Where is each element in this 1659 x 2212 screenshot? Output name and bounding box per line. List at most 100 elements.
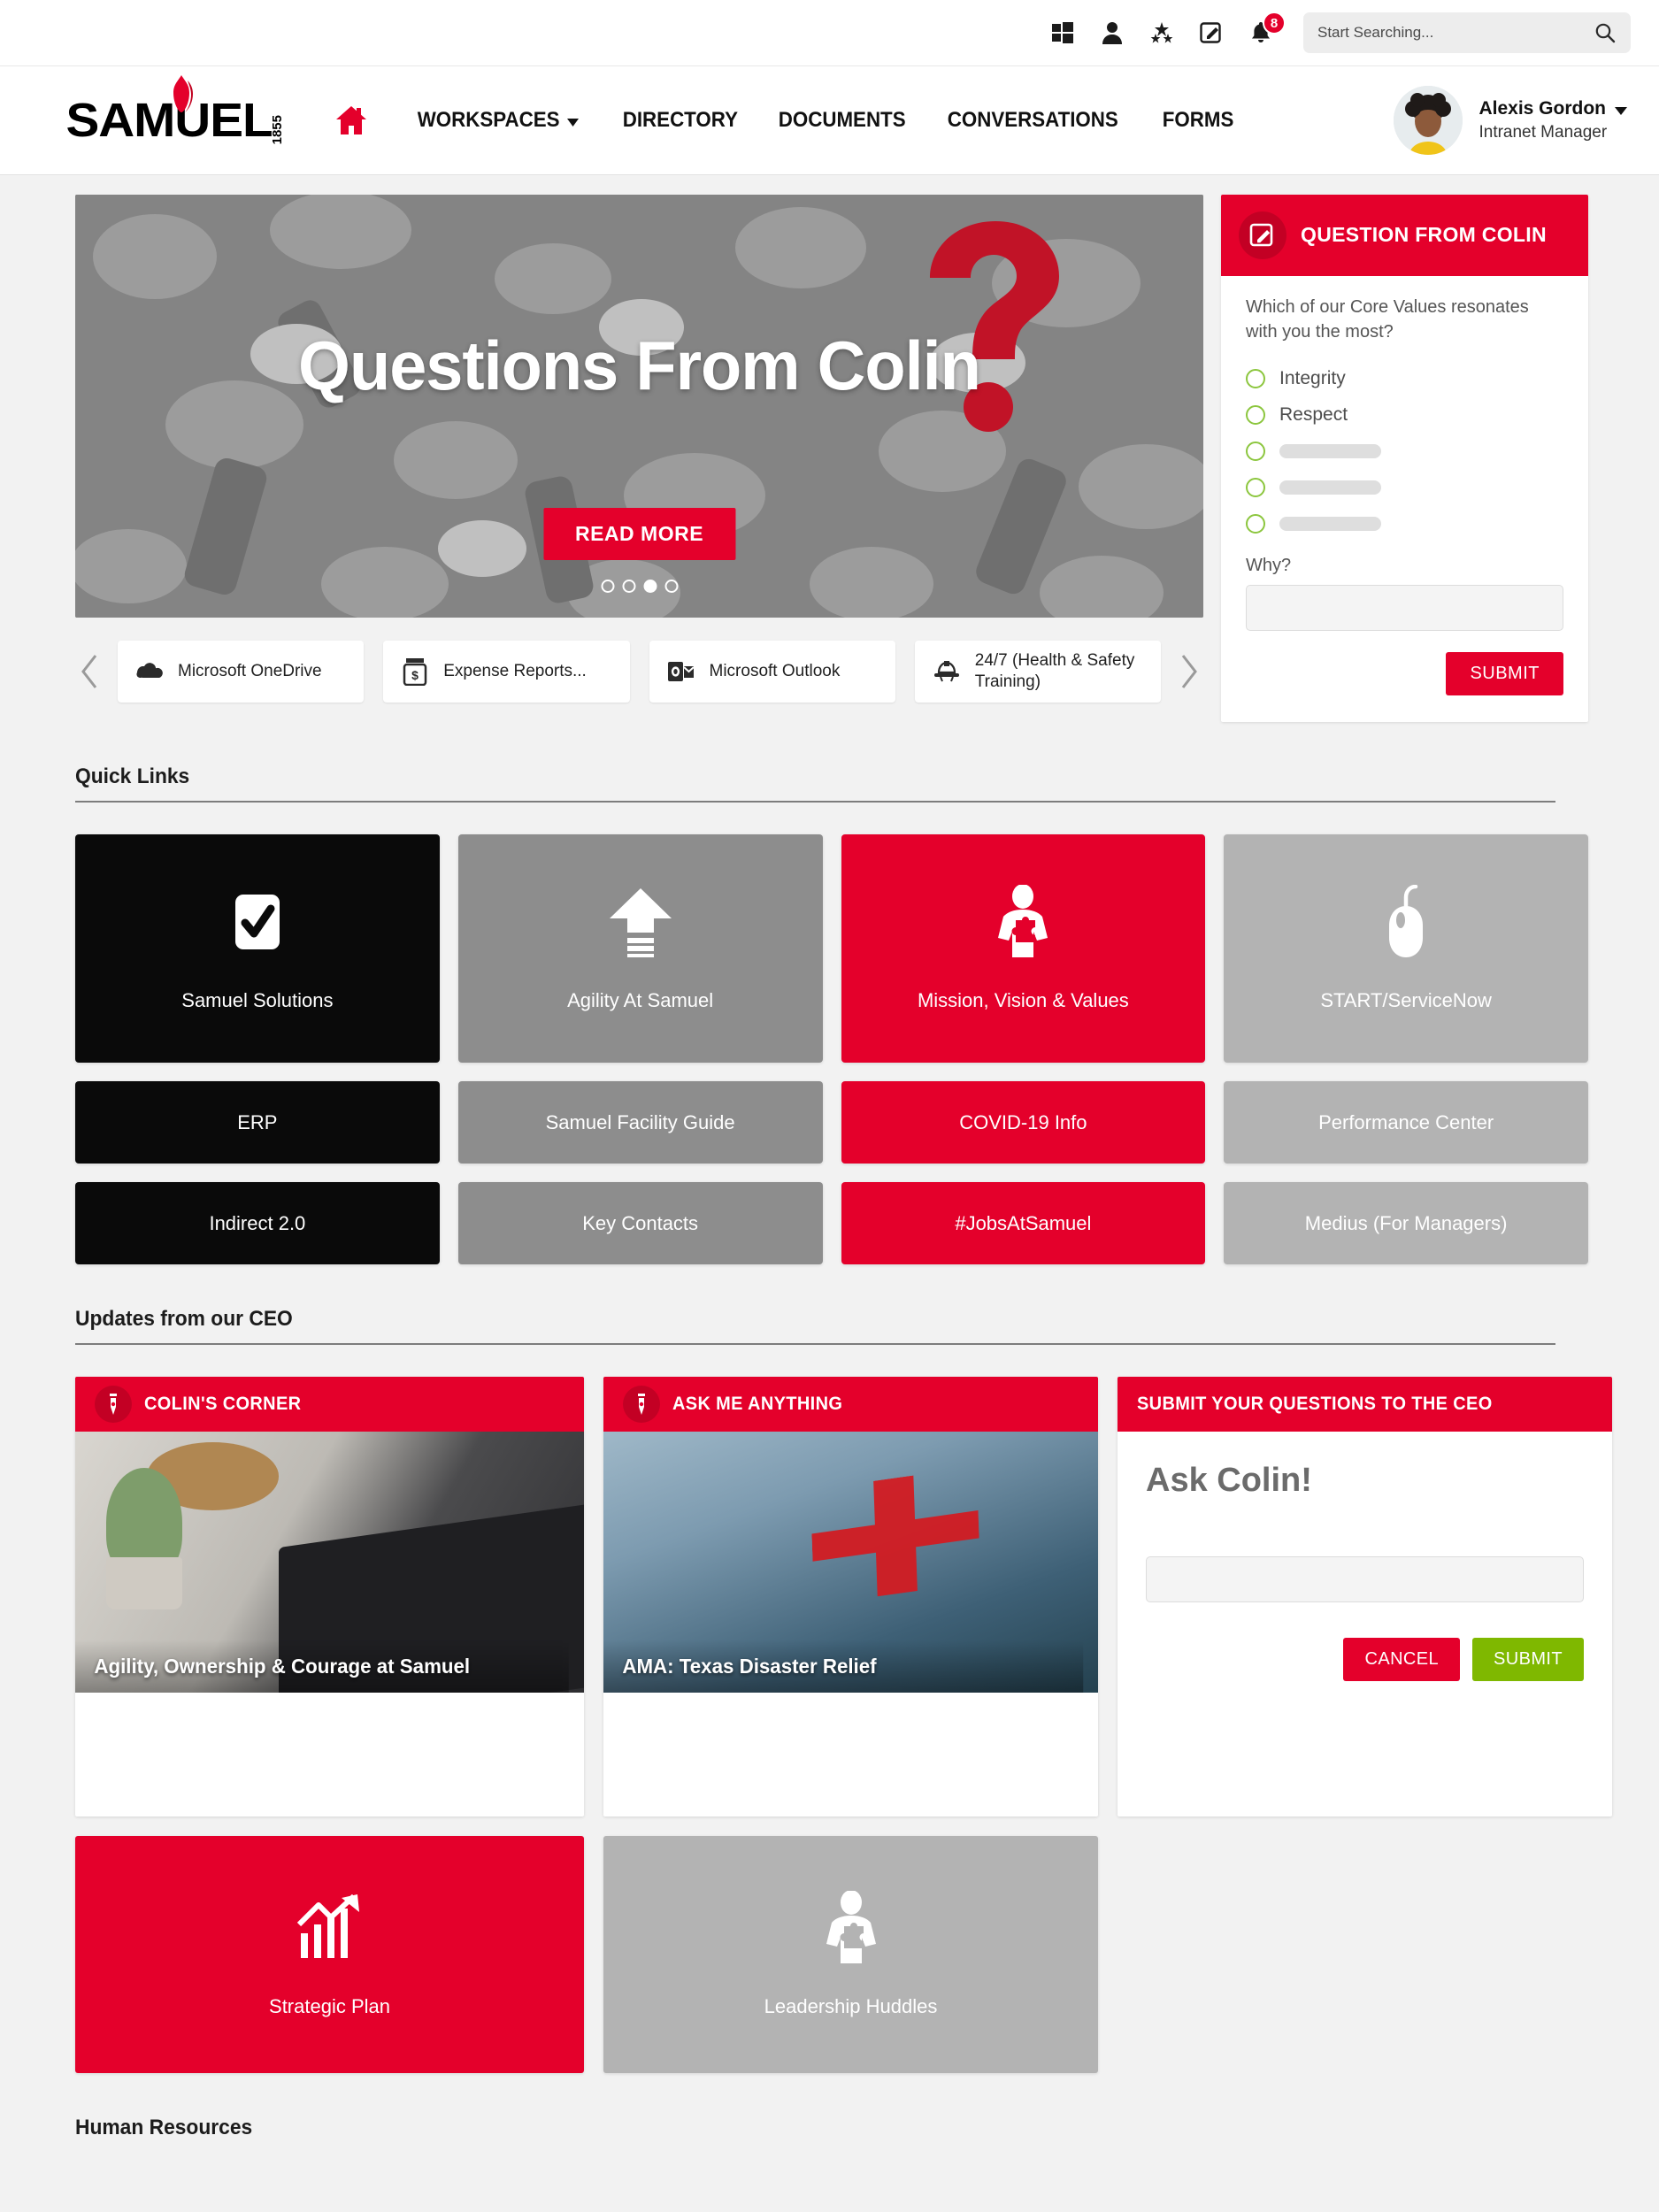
app-shortcuts-list: Microsoft OneDrive $ Expense Reports... [118, 641, 1161, 703]
pen-nib-icon [623, 1386, 660, 1424]
app-shortcut-label: 24/7 (Health & Safety Training) [974, 651, 1135, 691]
card-header: COLIN'S CORNER [75, 1377, 584, 1432]
quick-links-section-header: Quick Links [75, 764, 1588, 803]
section-divider [75, 1343, 1555, 1346]
poll-why-label: Why? [1246, 556, 1292, 576]
app-shortcut-onedrive[interactable]: Microsoft OneDrive [118, 641, 365, 703]
quick-link-key-contacts[interactable]: Key Contacts [457, 1182, 823, 1265]
search-input[interactable] [1317, 24, 1586, 42]
carousel-dot-3[interactable] [643, 580, 657, 593]
quick-link-indirect-2-0[interactable]: Indirect 2.0 [75, 1182, 440, 1265]
apps-prev-arrow[interactable] [75, 651, 105, 692]
nav-item-conversations[interactable]: CONVERSATIONS [933, 108, 1133, 133]
nav-item-documents[interactable]: DOCUMENTS [764, 108, 920, 133]
windows-grid-icon[interactable] [1050, 20, 1075, 45]
app-shortcut-expense-reports[interactable]: $ Expense Reports... [383, 641, 630, 703]
section-title: Quick Links [75, 764, 190, 789]
ask-colin-form: Ask Colin! CANCEL SUBMIT [1118, 1432, 1612, 1816]
poll-option-placeholder [1279, 480, 1381, 495]
utility-icon-group: 8 [1050, 12, 1286, 45]
poll-submit-button[interactable]: SUBMIT [1446, 652, 1563, 696]
chevron-down-icon [566, 118, 579, 127]
submit-button[interactable]: SUBMIT [1472, 1638, 1584, 1682]
hero-carousel[interactable]: Questions From Colin READ MORE [75, 195, 1203, 618]
poll-option-5[interactable] [1246, 505, 1563, 541]
user-menu[interactable]: Alexis Gordon Intranet Manager [1394, 86, 1627, 155]
quick-link-samuel-solutions[interactable]: Samuel Solutions [75, 834, 440, 1064]
hard-hat-icon [931, 656, 963, 687]
card-header: SUBMIT YOUR QUESTIONS TO THE CEO [1118, 1377, 1612, 1432]
quick-link-mission-vision-values[interactable]: Mission, Vision & Values [841, 834, 1206, 1064]
poll-option-integrity[interactable]: Integrity [1246, 360, 1563, 396]
nav-item-label: DOCUMENTS [778, 108, 906, 132]
poll-option-4[interactable] [1246, 469, 1563, 505]
quick-link-performance-center[interactable]: Performance Center [1224, 1081, 1588, 1164]
card-caption: Agility, Ownership & Courage at Samuel [75, 1640, 569, 1694]
carousel-dots [601, 580, 678, 593]
samuel-logo[interactable]: SAMUEL 1855 [65, 75, 285, 144]
poll-option-respect[interactable]: Respect [1246, 396, 1563, 433]
top-utility-bar: 8 [0, 0, 1659, 66]
person-icon[interactable] [1100, 20, 1125, 45]
radio-icon[interactable] [1246, 441, 1265, 461]
poll-option-3[interactable] [1246, 433, 1563, 469]
card-header-title: SUBMIT YOUR QUESTIONS TO THE CEO [1137, 1394, 1493, 1415]
stars-icon[interactable] [1149, 20, 1174, 45]
card-photo-colins-corner[interactable]: Agility, Ownership & Courage at Samuel [75, 1432, 584, 1694]
carousel-dot-2[interactable] [622, 580, 635, 593]
nav-links: WORKSPACES DIRECTORY DOCUMENTS CONVERSAT… [334, 103, 1394, 138]
user-role: Intranet Manager [1479, 123, 1608, 142]
poll-body: Which of our Core Values resonates with … [1221, 276, 1588, 722]
quick-link-medius-for-managers[interactable]: Medius (For Managers) [1224, 1182, 1588, 1265]
poll-header: QUESTION FROM COLIN [1221, 195, 1588, 276]
card-caption: AMA: Texas Disaster Relief [603, 1640, 1084, 1694]
quick-link-start-servicenow[interactable]: START/ServiceNow [1224, 834, 1588, 1064]
onedrive-cloud-icon [134, 656, 165, 687]
radio-icon[interactable] [1246, 477, 1265, 497]
poll-option-placeholder [1279, 516, 1381, 531]
app-shortcut-health-safety[interactable]: 24/7 (Health & Safety Training) [914, 641, 1161, 703]
app-shortcut-outlook[interactable]: Microsoft Outlook [649, 641, 895, 703]
radio-icon[interactable] [1246, 513, 1265, 534]
ceo-tile-strategic-plan[interactable]: Strategic Plan [75, 1836, 584, 2074]
quick-link-label: Indirect 2.0 [209, 1211, 306, 1234]
app-shortcut-label: Expense Reports... [443, 662, 587, 681]
ceo-tile-label: Strategic Plan [269, 1995, 390, 2018]
read-more-button[interactable]: READ MORE [542, 508, 736, 560]
quick-link-samuel-facility-guide[interactable]: Samuel Facility Guide [457, 1081, 823, 1164]
radio-icon[interactable] [1246, 368, 1265, 388]
compose-icon[interactable] [1199, 20, 1224, 45]
quick-link-erp[interactable]: ERP [75, 1081, 440, 1164]
bell-icon[interactable]: 8 [1248, 12, 1286, 45]
quick-link-label: ERP [237, 1110, 278, 1133]
intranet-home-page: 8 SAMUEL 1855 WORKSPACES [0, 0, 1659, 2212]
cancel-button[interactable]: CANCEL [1343, 1638, 1461, 1682]
ask-colin-title: Ask Colin! [1146, 1462, 1312, 1500]
search-box[interactable] [1303, 12, 1631, 53]
quick-link-agility-at-samuel[interactable]: Agility At Samuel [457, 834, 823, 1064]
section-title: Updates from our CEO [75, 1307, 293, 1332]
quick-link-jobs-at-samuel[interactable]: #JobsAtSamuel [841, 1182, 1206, 1265]
check-square-icon [220, 885, 295, 959]
growth-chart-icon [293, 1891, 367, 1965]
poll-why-input[interactable] [1246, 585, 1563, 632]
radio-icon[interactable] [1246, 404, 1265, 425]
ceo-tile-leadership-huddles[interactable]: Leadership Huddles [603, 1836, 1098, 2074]
user-name[interactable]: Alexis Gordon [1479, 96, 1627, 121]
nav-item-forms[interactable]: FORMS [1148, 108, 1248, 133]
ask-colin-input[interactable] [1146, 1556, 1584, 1603]
nav-item-directory[interactable]: DIRECTORY [608, 108, 753, 133]
carousel-dot-1[interactable] [601, 580, 614, 593]
search-icon[interactable] [1594, 21, 1617, 44]
nav-item-workspaces[interactable]: WORKSPACES [403, 108, 594, 133]
quick-link-label: Key Contacts [582, 1211, 699, 1234]
mouse-icon [1369, 885, 1443, 959]
card-ask-me-anything: ASK ME ANYTHING AMA: Texas Disaster Reli… [603, 1377, 1098, 1817]
user-meta: Alexis Gordon Intranet Manager [1479, 96, 1627, 144]
card-photo-ask-me-anything[interactable]: AMA: Texas Disaster Relief [603, 1432, 1098, 1694]
apps-next-arrow[interactable] [1173, 651, 1203, 692]
quick-link-covid-19-info[interactable]: COVID-19 Info [841, 1081, 1206, 1164]
home-icon[interactable] [334, 103, 369, 138]
carousel-dot-4[interactable] [664, 580, 678, 593]
card-header-title: COLIN'S CORNER [144, 1394, 302, 1415]
